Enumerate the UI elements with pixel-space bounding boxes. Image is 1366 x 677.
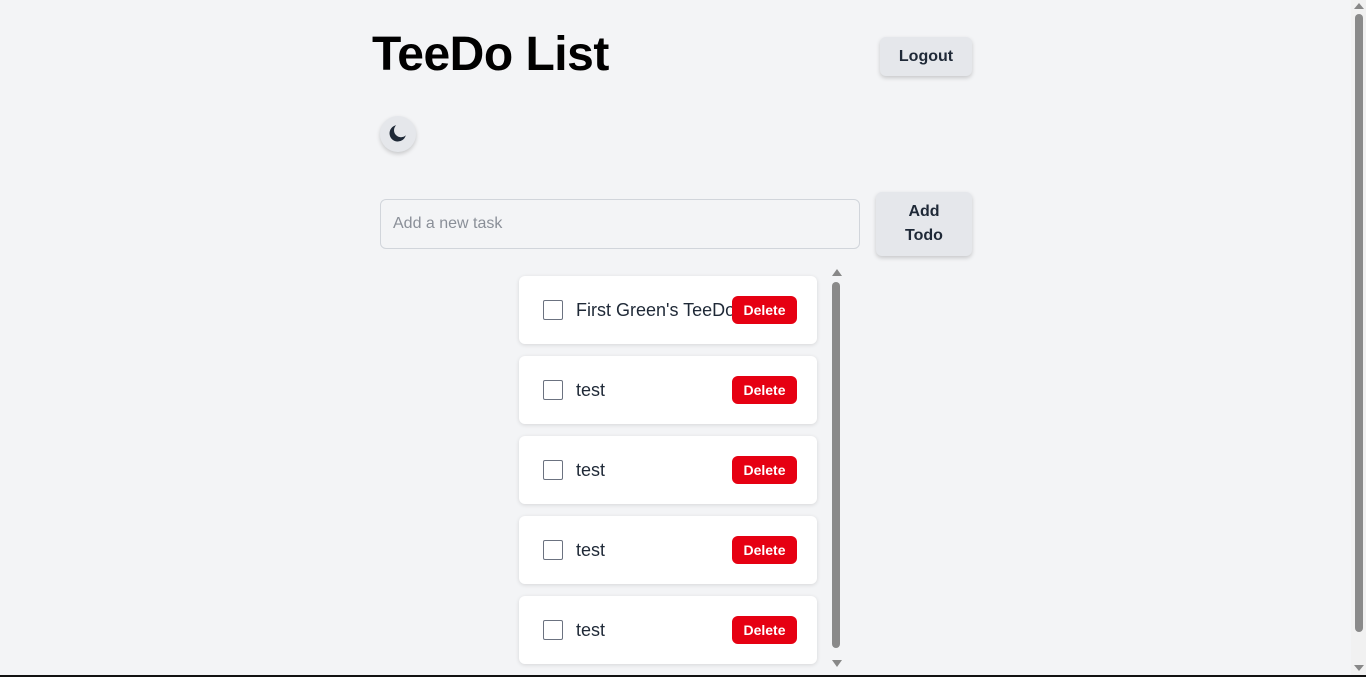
delete-button[interactable]: Delete — [732, 616, 797, 644]
todo-checkbox[interactable] — [543, 300, 563, 320]
todo-text: First Green's TeeDo — [576, 300, 736, 320]
logout-button[interactable]: Logout — [880, 37, 972, 76]
moon-icon — [387, 122, 409, 147]
delete-button[interactable]: Delete — [732, 376, 797, 404]
page-title: TeeDo List — [372, 28, 609, 81]
new-task-input[interactable] — [380, 199, 860, 249]
todo-text: test — [576, 460, 606, 480]
add-todo-button[interactable]: Add Todo — [876, 192, 972, 256]
todo-item: test Delete — [519, 436, 817, 504]
todo-item: test Delete — [519, 516, 817, 584]
todo-text: test — [576, 380, 606, 400]
page: TeeDo List Logout Add Todo First Green's… — [0, 0, 1366, 677]
todo-list: First Green's TeeDo Delete test Delete t… — [519, 276, 817, 676]
delete-button[interactable]: Delete — [732, 536, 797, 564]
page-scroll-down-arrow-icon[interactable] — [1354, 665, 1364, 671]
todo-checkbox[interactable] — [543, 380, 563, 400]
todo-checkbox[interactable] — [543, 540, 563, 560]
todo-item: test Delete — [519, 596, 817, 664]
todo-text: test — [576, 620, 606, 640]
todo-checkbox[interactable] — [543, 460, 563, 480]
delete-button[interactable]: Delete — [732, 296, 797, 324]
page-scrollbar[interactable] — [1351, 0, 1366, 675]
page-scroll-thumb[interactable] — [1355, 14, 1363, 632]
todo-item: First Green's TeeDo Delete — [519, 276, 817, 344]
scroll-thumb[interactable] — [832, 282, 840, 648]
scroll-down-arrow-icon[interactable] — [832, 660, 842, 667]
todo-checkbox[interactable] — [543, 620, 563, 640]
delete-button[interactable]: Delete — [732, 456, 797, 484]
todo-text: test — [576, 540, 606, 560]
theme-toggle-button[interactable] — [380, 116, 416, 152]
page-scroll-up-arrow-icon[interactable] — [1354, 3, 1364, 9]
todo-item: test Delete — [519, 356, 817, 424]
scroll-up-arrow-icon[interactable] — [832, 269, 842, 276]
todo-list-scrollbar[interactable] — [830, 266, 844, 670]
